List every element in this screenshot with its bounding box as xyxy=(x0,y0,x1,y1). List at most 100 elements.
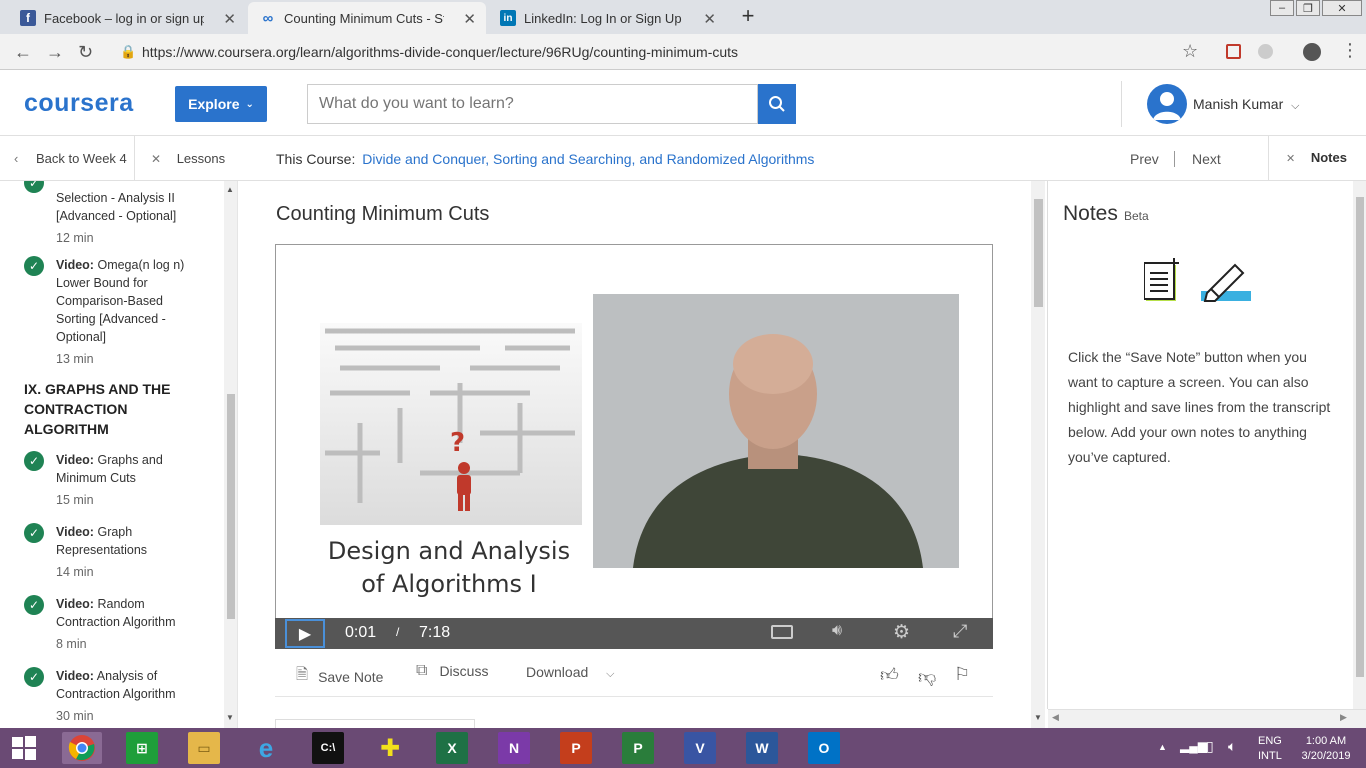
lessons-toggle[interactable]: ✕ Lessons xyxy=(151,151,225,166)
scroll-down-icon[interactable]: ▼ xyxy=(226,713,234,722)
list-item[interactable]: ✓ Video: Analysis of Contraction Algorit… xyxy=(24,667,204,725)
volume-icon[interactable]: 🔊︎ xyxy=(832,622,842,640)
forward-arrow-icon[interactable]: → xyxy=(46,42,64,63)
course-name-link[interactable]: Divide and Conquer, Sorting and Searchin… xyxy=(362,151,814,167)
list-item[interactable]: ✓ Video: Random Contraction Algorithm 8 … xyxy=(24,595,204,653)
project-icon[interactable]: P xyxy=(622,732,654,764)
network-icon[interactable]: ▂▄▆ xyxy=(1180,739,1207,753)
command-prompt-icon[interactable]: C:\ xyxy=(312,732,344,764)
item-line: [Advanced - Optional] xyxy=(56,209,177,223)
item-prefix: Video: xyxy=(56,525,94,539)
close-window-button[interactable]: ✕ xyxy=(1322,0,1362,16)
clock[interactable]: 1:00 AM 3/20/2019 xyxy=(1298,734,1354,764)
new-tab-button[interactable]: + xyxy=(735,5,761,29)
visio-icon[interactable]: V xyxy=(684,732,716,764)
item-title: Comparison-Based xyxy=(56,294,163,308)
menu-kebab-icon[interactable]: ⋮ xyxy=(1341,40,1359,61)
prev-button[interactable]: Prev xyxy=(1130,151,1159,167)
tab-coursera[interactable]: ∞ Counting Minimum Cuts - Stanfo ✕ xyxy=(248,2,486,34)
maximize-button[interactable]: ❐ xyxy=(1296,0,1320,16)
scroll-up-icon[interactable]: ▲ xyxy=(226,185,234,194)
scrollbar-thumb[interactable] xyxy=(227,394,235,619)
minimize-button[interactable]: – xyxy=(1270,0,1294,16)
bookmark-star-icon[interactable]: ☆ xyxy=(1182,41,1198,62)
flag-icon[interactable]: ⚐ xyxy=(954,664,970,685)
app-icon[interactable]: ✚ xyxy=(374,732,406,764)
word-icon[interactable]: W xyxy=(746,732,778,764)
video-player[interactable]: ? Design and Analysis of Algorithms I xyxy=(275,244,993,649)
powerpoint-icon[interactable]: P xyxy=(560,732,592,764)
notes-toggle[interactable]: ✕ Notes xyxy=(1286,150,1347,165)
external-link-icon: ⧉ xyxy=(416,662,428,679)
store-icon[interactable]: ⊞ xyxy=(126,732,158,764)
search-icon xyxy=(769,96,785,112)
next-button[interactable]: Next xyxy=(1192,151,1221,167)
fullscreen-icon[interactable]: ⤢ xyxy=(953,621,967,642)
scrollbar-thumb[interactable] xyxy=(1356,197,1364,677)
tab-linkedin[interactable]: in LinkedIn: Log In or Sign Up ✕ xyxy=(488,2,726,34)
avatar[interactable] xyxy=(1147,84,1187,124)
slide-title-line: of Algorithms I xyxy=(361,570,537,598)
lock-icon: 🔒 xyxy=(120,44,137,59)
language-indicator[interactable]: ENG INTL xyxy=(1258,734,1282,764)
item-prefix: Video: xyxy=(56,453,94,467)
close-tab-icon[interactable]: ✕ xyxy=(223,10,236,28)
windows-start-icon[interactable] xyxy=(8,732,40,764)
instructor-image xyxy=(593,294,959,568)
battery-icon[interactable]: ▯ xyxy=(1206,738,1214,755)
close-tab-icon[interactable]: ✕ xyxy=(463,10,476,28)
url-field[interactable]: 🔒 https://www.coursera.org/learn/algorit… xyxy=(112,38,1208,66)
extension-icon-2[interactable] xyxy=(1258,44,1273,59)
chrome-icon[interactable] xyxy=(62,732,102,764)
list-item[interactable]: ✓ Selection - Analysis II [Advanced - Op… xyxy=(24,181,204,247)
divider xyxy=(1174,151,1175,167)
coursera-tab-icon: ∞ xyxy=(262,9,274,27)
notes-horizontal-scrollbar[interactable]: ◀ ▶ xyxy=(1048,709,1366,728)
beta-badge: Beta xyxy=(1124,209,1149,223)
onenote-icon[interactable]: N xyxy=(498,732,530,764)
play-button[interactable]: ▶ xyxy=(285,619,325,648)
list-item[interactable]: ✓ Video: Graphs and Minimum Cuts 15 min xyxy=(24,451,204,509)
scroll-left-icon[interactable]: ◀ xyxy=(1052,712,1059,723)
thumbs-up-icon[interactable]: 👍︎ xyxy=(880,664,899,686)
thumbs-down-icon[interactable]: 👎︎ xyxy=(918,666,936,688)
settings-gear-icon[interactable]: ⚙ xyxy=(893,621,910,644)
search-button[interactable] xyxy=(758,84,796,124)
reload-icon[interactable]: ↻ xyxy=(78,42,93,63)
tray-chevron-up-icon[interactable]: ▲ xyxy=(1158,742,1167,752)
notes-title: Notes xyxy=(1063,202,1118,225)
tab-title: Counting Minimum Cuts - Stanfo xyxy=(284,10,444,26)
address-bar: ← → ↻ 🔒 https://www.coursera.org/learn/a… xyxy=(0,34,1366,70)
outlook-icon[interactable]: O xyxy=(808,732,840,764)
browser-tab-bar: f Facebook – log in or sign up ✕ ∞ Count… xyxy=(0,0,1366,34)
notes-scrollbar[interactable] xyxy=(1353,181,1366,709)
list-item[interactable]: ✓ Video: Graph Representations 14 min xyxy=(24,523,204,581)
save-note-label: Save Note xyxy=(318,668,384,685)
coursera-logo[interactable]: coursera xyxy=(24,89,134,118)
sidebar-scrollbar[interactable]: ▲ ▼ xyxy=(224,181,237,728)
captions-icon[interactable] xyxy=(771,625,793,639)
main-scrollbar[interactable]: ▼ xyxy=(1031,181,1045,728)
profile-icon[interactable] xyxy=(1303,43,1321,61)
explore-button[interactable]: Explore ⌄ xyxy=(175,86,267,122)
volume-tray-icon[interactable]: 🔈︎ xyxy=(1228,738,1236,755)
back-arrow-icon[interactable]: ← xyxy=(14,42,32,63)
internet-explorer-icon[interactable]: e xyxy=(250,732,282,764)
search-input[interactable] xyxy=(307,84,758,124)
scroll-down-icon[interactable]: ▼ xyxy=(1034,713,1042,722)
extension-icon[interactable] xyxy=(1226,44,1241,59)
download-dropdown[interactable]: Download ⌵ xyxy=(526,664,615,681)
file-explorer-icon[interactable]: ▭ xyxy=(188,732,220,764)
close-tab-icon[interactable]: ✕ xyxy=(703,10,716,28)
list-item[interactable]: ✓ Video: Omega(n log n) Lower Bound for … xyxy=(24,256,204,368)
back-to-week-link[interactable]: ‹ Back to Week 4 xyxy=(14,151,127,166)
save-note-button[interactable]: 🗎︎ Save Note xyxy=(296,664,383,689)
slide-title-line: Design and Analysis xyxy=(327,537,571,565)
user-menu[interactable]: Manish Kumar ⌵ xyxy=(1193,96,1300,113)
scroll-right-icon[interactable]: ▶ xyxy=(1340,712,1347,723)
section-title-line: ALGORITHM xyxy=(24,421,109,437)
scrollbar-thumb[interactable] xyxy=(1034,199,1043,307)
discuss-button[interactable]: ⧉ Discuss xyxy=(416,662,488,680)
tab-facebook[interactable]: f Facebook – log in or sign up ✕ xyxy=(8,2,246,34)
excel-icon[interactable]: X xyxy=(436,732,468,764)
